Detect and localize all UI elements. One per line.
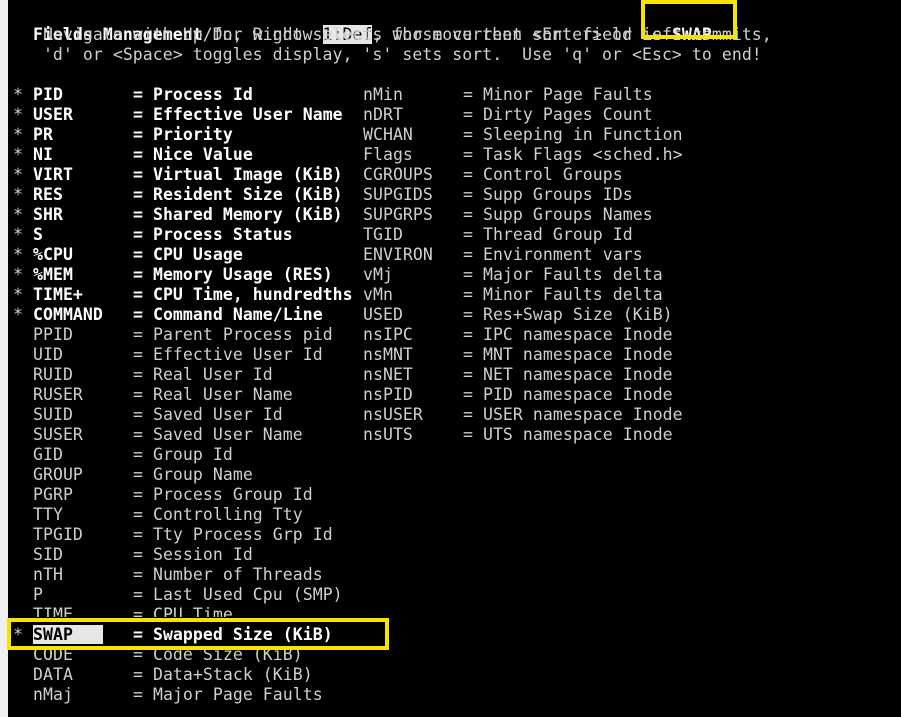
field-name: nMaj <box>33 685 73 704</box>
field-description: = Group Id <box>133 445 233 464</box>
field-description: = Process Group Id <box>133 485 313 504</box>
field-description: = Last Used Cpu (SMP) <box>133 585 343 604</box>
field-description: = Minor Page Faults <box>463 85 653 104</box>
field-row[interactable]: GID = Group Id <box>13 445 353 465</box>
field-row[interactable]: vMn = Minor Faults delta <box>13 285 893 305</box>
field-description: = NET namespace Inode <box>463 365 673 384</box>
field-row[interactable]: nTH = Number of Threads <box>13 565 353 585</box>
header-line-3: 'd' or <Space> toggles display, 's' sets… <box>13 45 762 64</box>
field-name: DATA <box>33 665 73 684</box>
field-name: TPGID <box>33 525 83 544</box>
field-row[interactable]: TIME = CPU Time <box>13 605 353 617</box>
field-description: = IPC namespace Inode <box>463 325 673 344</box>
field-name: nsPID <box>363 385 413 404</box>
field-name: Flags <box>363 145 413 164</box>
field-description: = Task Flags <sched.h> <box>463 145 683 164</box>
field-description: = Tty Process Grp Id <box>133 525 333 544</box>
window-left-edge <box>0 0 8 717</box>
field-description: = Controlling Tty <box>133 505 303 524</box>
field-name: nMin <box>363 85 403 104</box>
field-row[interactable]: Flags = Task Flags <sched.h> <box>13 145 893 165</box>
field-name: CGROUPS <box>363 165 433 184</box>
field-description: = Sleeping in Function <box>463 125 683 144</box>
field-name: vMj <box>363 265 393 284</box>
field-name: nDRT <box>363 105 403 124</box>
field-row[interactable]: SID = Session Id <box>13 545 353 565</box>
field-name: ENVIRON <box>363 245 433 264</box>
field-name: nsMNT <box>363 345 413 364</box>
field-name: TIME <box>33 605 73 617</box>
field-name: SUPGRPS <box>363 205 433 224</box>
field-description: = Supp Groups IDs <box>463 185 633 204</box>
field-row[interactable]: P = Last Used Cpu (SMP) <box>13 585 353 605</box>
field-description: = Group Name <box>133 465 253 484</box>
field-row[interactable]: SUPGRPS = Supp Groups Names <box>13 205 893 225</box>
field-row[interactable]: nsUSER = USER namespace Inode <box>13 405 893 425</box>
field-row[interactable]: PGRP = Process Group Id <box>13 485 353 505</box>
field-name: SUPGIDS <box>363 185 433 204</box>
header-line-1: Fields Management for window 1:Def, whos… <box>13 5 712 44</box>
field-row[interactable]: CGROUPS = Control Groups <box>13 165 893 185</box>
field-description: = Major Page Faults <box>133 685 323 704</box>
field-name: GID <box>33 445 63 464</box>
field-row[interactable]: DATA = Data+Stack (KiB) <box>13 665 353 685</box>
field-description: = Environment vars <box>463 245 643 264</box>
swap-row-annotation-box <box>7 618 389 650</box>
field-description: = Thread Group Id <box>463 225 633 244</box>
field-row[interactable]: TTY = Controlling Tty <box>13 505 353 525</box>
field-name: USED <box>363 305 403 324</box>
field-name: TTY <box>33 505 63 524</box>
field-description: = Number of Threads <box>133 565 323 584</box>
field-name: nTH <box>33 565 63 584</box>
field-row[interactable]: nDRT = Dirty Pages Count <box>13 105 893 125</box>
field-row[interactable]: nsMNT = MNT namespace Inode <box>13 345 893 365</box>
field-description: = Control Groups <box>463 165 623 184</box>
field-name: SID <box>33 545 63 564</box>
field-row[interactable]: SUPGIDS = Supp Groups IDs <box>13 185 893 205</box>
field-row[interactable]: WCHAN = Sleeping in Function <box>13 125 893 145</box>
field-row[interactable]: ENVIRON = Environment vars <box>13 245 893 265</box>
field-name: nsNET <box>363 365 413 384</box>
field-description: = PID namespace Inode <box>463 385 673 404</box>
field-row[interactable]: nMin = Minor Page Faults <box>13 85 893 105</box>
sort-field-annotation-box <box>641 0 737 39</box>
field-row[interactable]: TPGID = Tty Process Grp Id <box>13 525 353 545</box>
field-description: = Supp Groups Names <box>463 205 653 224</box>
field-row[interactable]: GROUP = Group Name <box>13 465 353 485</box>
field-description: = Res+Swap Size (KiB) <box>463 305 673 324</box>
field-row[interactable]: nsPID = PID namespace Inode <box>13 385 893 405</box>
field-row[interactable]: nMaj = Major Page Faults <box>13 685 353 705</box>
field-description: = UTS namespace Inode <box>463 425 673 444</box>
field-row[interactable]: nsIPC = IPC namespace Inode <box>13 325 893 345</box>
field-name: vMn <box>363 285 393 304</box>
field-name: nsIPC <box>363 325 413 344</box>
field-name: nsUSER <box>363 405 423 424</box>
field-description: = MNT namespace Inode <box>463 345 673 364</box>
field-name: TGID <box>363 225 403 244</box>
field-description: = Major Faults delta <box>463 265 663 284</box>
field-row[interactable]: nsUTS = UTS namespace Inode <box>13 425 893 445</box>
field-description: = Minor Faults delta <box>463 285 663 304</box>
field-row[interactable]: USED = Res+Swap Size (KiB) <box>13 305 893 325</box>
field-row[interactable]: nsNET = NET namespace Inode <box>13 365 893 385</box>
field-name: nsUTS <box>363 425 413 444</box>
field-description: = CPU Time <box>133 605 233 617</box>
field-description: = Session Id <box>133 545 253 564</box>
field-row[interactable]: TGID = Thread Group Id <box>13 225 893 245</box>
field-name: WCHAN <box>363 125 413 144</box>
field-name: P <box>33 585 43 604</box>
field-name: GROUP <box>33 465 83 484</box>
field-row[interactable]: vMj = Major Faults delta <box>13 265 893 285</box>
field-description: = USER namespace Inode <box>463 405 683 424</box>
field-description: = Dirty Pages Count <box>463 105 653 124</box>
field-name: PGRP <box>33 485 73 504</box>
field-description: = Data+Stack (KiB) <box>133 665 313 684</box>
